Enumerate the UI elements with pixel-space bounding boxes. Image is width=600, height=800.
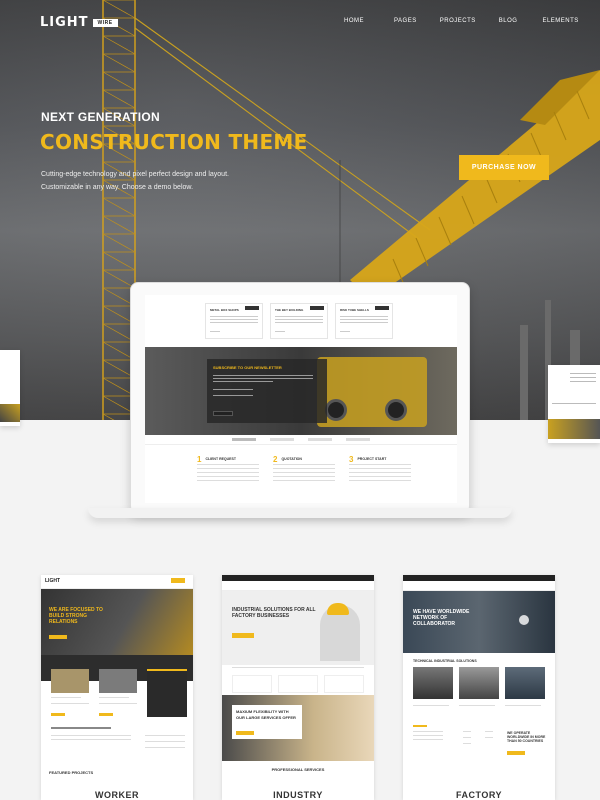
nav-blog[interactable]: BLOG (499, 18, 518, 24)
nav-home[interactable]: HOME (344, 18, 364, 24)
demo-industry[interactable]: INDUSTRIAL SOLUTIONS FOR ALL FACTORY BUS… (222, 575, 374, 800)
preview-newsletter-box: SUBSCRIBE TO OUR NEWSLETTER (207, 359, 327, 423)
preview-service: 2 QUOTATION (273, 455, 335, 481)
hero-description-line2: Customizable in any way. Choose a demo b… (41, 184, 194, 191)
preview-service-title: QUOTATION (281, 457, 302, 461)
logo[interactable]: LIGHT WIRE (40, 15, 118, 30)
preview-service-title: CLIENT REQUEST (205, 457, 236, 461)
main-nav: HOME PAGES PROJECTS BLOG ELEMENTS (344, 18, 579, 24)
laptop-mockup: METAL BOX SHOPS THE BEY BUILDING RISK TU… (130, 282, 470, 514)
hero-description-line1: Cutting-edge technology and pixel perfec… (41, 171, 229, 178)
demo-section-label: FEATURED PROJECTS (49, 770, 94, 775)
demo-section-label: TECHNICAL INDUSTRIAL SOLUTIONS (413, 659, 477, 663)
preview-service: 1 CLIENT REQUEST (197, 455, 259, 481)
demo-section-label: PROFESSIONAL SERVICES (271, 767, 325, 772)
demo-worker[interactable]: LIGHT WE ARE FOCUSED TO BUILD STRONG REL… (41, 575, 193, 800)
preview-card-title: METAL BOX SHOPS (210, 308, 239, 312)
page: LIGHT WIRE HOME PAGES PROJECTS BLOG ELEM… (0, 0, 600, 800)
demo-headline: INDUSTRIAL SOLUTIONS FOR ALL FACTORY BUS… (232, 607, 316, 619)
hero-eyebrow: NEXT GENERATION (41, 110, 160, 124)
logo-word: LIGHT (40, 15, 89, 30)
side-preview-left (0, 350, 20, 426)
preview-card-title: THE BEY BUILDING (275, 308, 304, 312)
nav-pages[interactable]: PAGES (394, 18, 417, 24)
nav-projects[interactable]: PROJECTS (440, 18, 476, 24)
purchase-button[interactable]: PURCHASE NOW (459, 155, 549, 180)
preview-newsletter-band: SUBSCRIBE TO OUR NEWSLETTER (145, 347, 457, 435)
preview-card: METAL BOX SHOPS (205, 303, 263, 339)
preview-card: THE BEY BUILDING (270, 303, 328, 339)
demo-name-worker[interactable]: WORKER (41, 790, 193, 800)
preview-services: 1 CLIENT REQUEST 2 QUOTATION 3 PROJECT S… (197, 455, 411, 481)
side-preview-right (548, 365, 600, 443)
demo-factory[interactable]: WE HAVE WORLDWIDE NETWORK OF COLLABORATO… (403, 575, 555, 800)
laptop-screen: METAL BOX SHOPS THE BEY BUILDING RISK TU… (145, 295, 457, 503)
demo-name-industry[interactable]: INDUSTRY (222, 790, 374, 800)
demo-headline: WE HAVE WORLDWIDE NETWORK OF COLLABORATO… (413, 609, 470, 627)
preview-cards: METAL BOX SHOPS THE BEY BUILDING RISK TU… (205, 303, 393, 339)
laptop-base (88, 508, 512, 518)
preview-service: 3 PROJECT START (349, 455, 411, 481)
preview-service-title: PROJECT START (357, 457, 387, 461)
preview-newsletter-title: SUBSCRIBE TO OUR NEWSLETTER (213, 365, 282, 370)
hero-title: CONSTRUCTION THEME (40, 130, 308, 154)
preview-service-num: 3 (349, 455, 354, 464)
logo-tag: WIRE (92, 18, 118, 27)
preview-service-num: 2 (273, 455, 278, 464)
preview-card: RISK TUBE SHELLS (335, 303, 393, 339)
preview-tabs (145, 435, 457, 445)
demo-name-factory[interactable]: FACTORY (403, 790, 555, 800)
demo-headline: WE ARE FOCUSED TO BUILD STRONG RELATIONS (49, 607, 103, 625)
hero-description: Cutting-edge technology and pixel perfec… (41, 168, 271, 194)
preview-service-num: 1 (197, 455, 202, 464)
nav-elements[interactable]: ELEMENTS (542, 18, 578, 24)
preview-card-title: RISK TUBE SHELLS (340, 308, 369, 312)
